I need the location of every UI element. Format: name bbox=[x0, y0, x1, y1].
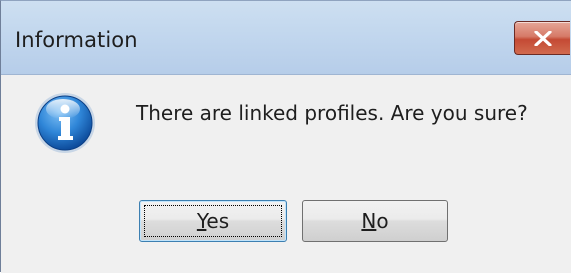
dialog-message: There are linked profiles. Are you sure? bbox=[136, 101, 528, 125]
no-mnemonic: N bbox=[361, 209, 377, 233]
info-icon bbox=[35, 93, 95, 153]
close-button[interactable] bbox=[514, 21, 570, 55]
dialog-title: Information bbox=[15, 28, 138, 52]
yes-mnemonic: Y bbox=[196, 209, 207, 233]
no-button[interactable]: No bbox=[302, 200, 448, 242]
no-label-rest: o bbox=[376, 209, 389, 233]
close-icon bbox=[534, 31, 552, 46]
dialog-content: There are linked profiles. Are you sure?… bbox=[1, 75, 571, 273]
title-bar[interactable]: Information bbox=[1, 1, 571, 75]
yes-button[interactable]: Yes bbox=[139, 200, 287, 242]
information-dialog: Information There are linked profiles. A… bbox=[0, 0, 571, 273]
yes-label-rest: es bbox=[206, 209, 230, 233]
